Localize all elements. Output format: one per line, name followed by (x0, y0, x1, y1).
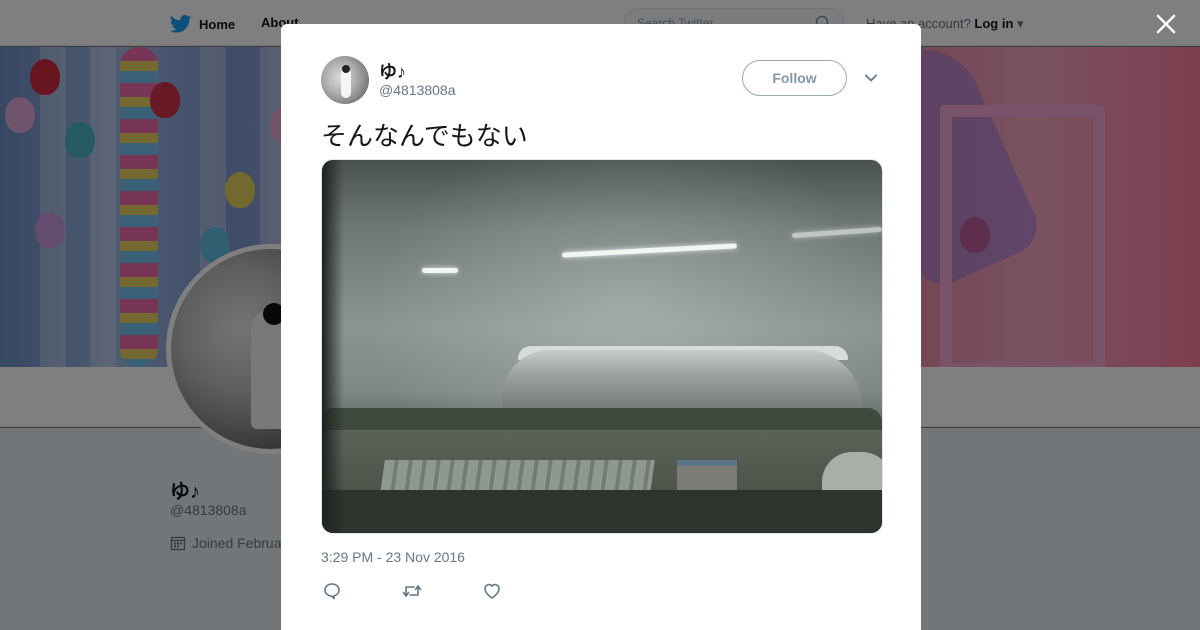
tweet-modal: ゆ♪ @4813808a Follow そんなんでもない 3:29 PM - 2… (281, 24, 921, 630)
retweet-icon (402, 585, 422, 597)
close-button[interactable] (1152, 10, 1180, 38)
chevron-down-icon (865, 74, 877, 82)
close-icon (1156, 14, 1176, 34)
tweet-text: そんなんでもない (321, 122, 528, 152)
tweet-photo[interactable] (321, 159, 883, 534)
author-name[interactable]: ゆ♪ (379, 58, 406, 84)
tweet-timestamp[interactable]: 3:29 PM - 23 Nov 2016 (321, 549, 465, 565)
author-avatar[interactable] (321, 56, 369, 104)
more-options-button[interactable] (863, 70, 879, 86)
heart-icon (484, 583, 500, 599)
like-button[interactable] (481, 580, 503, 602)
author-handle[interactable]: @4813808a (379, 82, 456, 98)
reply-button[interactable] (321, 580, 343, 602)
follow-button[interactable]: Follow (742, 60, 847, 96)
retweet-button[interactable] (401, 580, 423, 602)
reply-icon (324, 583, 340, 600)
tweet-actions (321, 580, 503, 602)
